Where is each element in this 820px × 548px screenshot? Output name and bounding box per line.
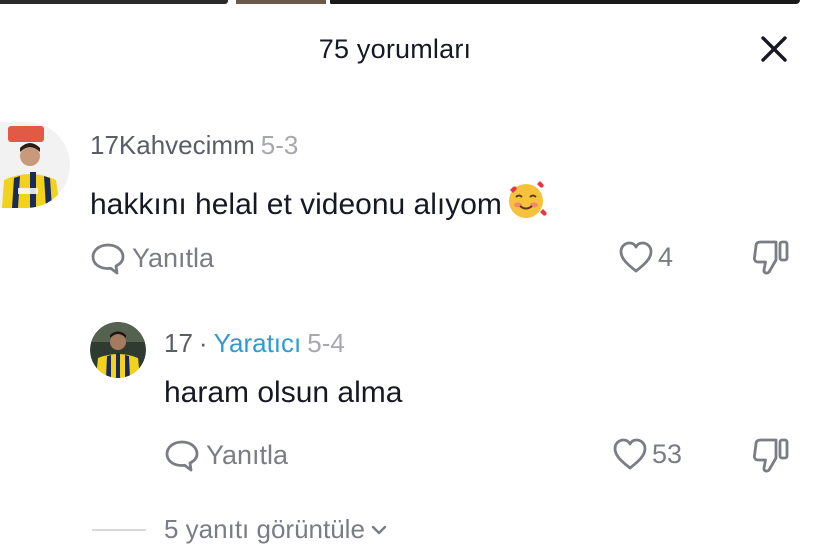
reply-reply-button[interactable]: Yanıtla (164, 437, 288, 473)
divider-line (92, 528, 146, 531)
comment-body: hakkını helal et videonu alıyom (90, 188, 502, 221)
dislike-button[interactable] (750, 238, 792, 283)
reply-like-button[interactable]: 53 (612, 437, 682, 471)
speech-bubble-icon (165, 440, 199, 472)
smiling-face-with-hearts-icon (504, 180, 548, 228)
separator-dot: · (198, 328, 208, 358)
comments-sheet: 75 yorumları 17Kahvecimm 5-3 hakkını hela… (0, 0, 820, 548)
thumbs-down-icon (753, 240, 789, 275)
comments-header-title: 75 yorumları (318, 34, 472, 64)
reply-label: Yanıtla (206, 439, 289, 470)
heart-icon (619, 241, 653, 273)
like-button[interactable]: 4 (618, 240, 673, 274)
speech-bubble-icon (91, 243, 125, 275)
close-button[interactable] (754, 32, 794, 66)
reply-date: 5-4 (307, 328, 345, 358)
view-replies-button[interactable]: 5 yanıtı görüntüle (92, 514, 389, 545)
reply-username[interactable]: 17 · Yaratıcı 5-4 (164, 328, 345, 359)
comment-date: 5-3 (260, 130, 299, 160)
reply-button[interactable]: Yanıtla (90, 240, 214, 276)
reply-dislike-button[interactable] (750, 436, 792, 481)
reply-label: Yanıtla (132, 242, 215, 273)
comment-username[interactable]: 17Kahvecimm 5-3 (90, 130, 298, 161)
heart-icon (613, 438, 647, 470)
reply-like-count: 53 (652, 438, 683, 469)
reply-username-text[interactable]: 17 (164, 328, 193, 358)
chevron-down-icon (371, 525, 387, 534)
reply-avatar[interactable] (90, 322, 146, 378)
view-replies-label: 5 yanıtı görüntüle (164, 514, 365, 544)
like-count: 4 (658, 241, 674, 272)
creator-badge: Yaratıcı (213, 328, 302, 358)
comment-text: hakkını helal et videonu alıyom (90, 180, 548, 228)
username-text[interactable]: 17Kahvecimm (90, 130, 255, 160)
reply-text: haram olsun alma (164, 376, 403, 409)
avatar[interactable] (0, 122, 70, 208)
close-icon (761, 36, 787, 62)
thumbs-down-icon (753, 438, 789, 473)
